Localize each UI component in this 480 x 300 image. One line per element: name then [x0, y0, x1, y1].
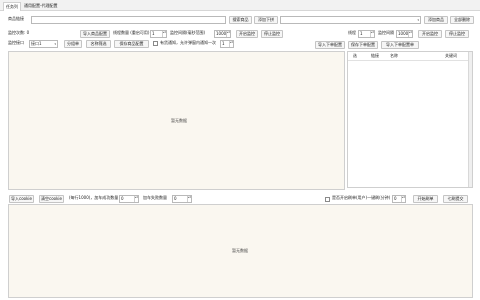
- keyword-label: 商品链接: [8, 16, 24, 21]
- success-count-stepper[interactable]: 0 ▴▾: [119, 195, 139, 203]
- minutes-stepper[interactable]: 0 ▴▾: [392, 195, 406, 203]
- tab-bar: 任务列 通用配置-代理配置: [0, 0, 480, 11]
- stop-monitor2-button[interactable]: 停止监控: [445, 30, 469, 38]
- import-order-config2-button[interactable]: 导入下单配置单: [381, 41, 419, 49]
- product-select[interactable]: ▾: [280, 16, 421, 24]
- save-product-config-button[interactable]: 保存商品配置: [114, 40, 149, 48]
- order-grid[interactable]: 选 链接 名称 关键词: [347, 51, 473, 188]
- order-grid-header-name: 名称: [390, 53, 398, 58]
- chevron-down-icon: ▾: [54, 42, 56, 46]
- submit-order-button[interactable]: 七刷提交: [443, 195, 468, 203]
- tab-tasks[interactable]: 任务列: [3, 2, 21, 11]
- import-product-config-button[interactable]: 导入商品配置: [80, 30, 110, 38]
- threads2-label: 线程: [348, 30, 356, 35]
- auto-order-checkbox[interactable]: [325, 197, 330, 202]
- order-grid-header-select: 选: [353, 53, 357, 58]
- search-product-button[interactable]: 搜索商品: [229, 16, 252, 24]
- save-order-config-button[interactable]: 保存下单配置: [348, 41, 378, 49]
- product-table[interactable]: 暂无数据: [8, 51, 345, 190]
- add-search-button[interactable]: 添加下拼: [254, 16, 278, 24]
- cart-count-label: 加车失败数量: [143, 195, 167, 200]
- notify-stepper[interactable]: 1 ▴▾: [220, 40, 234, 48]
- order-grid-header-divider: [348, 60, 472, 61]
- delete-all-button[interactable]: 全部删除: [450, 16, 474, 24]
- threads-stepper[interactable]: 1 ▴▾: [150, 30, 167, 38]
- interval2-label: 监控间隔: [378, 30, 394, 35]
- monitor-count-label: 监控次数: 0: [8, 30, 30, 35]
- threads2-stepper[interactable]: 1 ▴▾: [358, 30, 375, 38]
- auto-order-label: 是否开启刷单(用户)一键刷(分钟): [332, 195, 391, 200]
- start-order-button[interactable]: 开始刷单: [413, 195, 438, 203]
- tab-proxy-config[interactable]: 通用配置-代理配置: [22, 2, 59, 11]
- add-product-button[interactable]: 添加商品: [424, 16, 448, 24]
- port-select[interactable]: 接口1 ▾: [29, 40, 58, 48]
- order-grid-header-link: 链接: [371, 53, 379, 58]
- interval2-stepper[interactable]: 1000 ▴▾: [396, 30, 413, 38]
- success-count-label: (每行1000)，加车成功数量: [69, 195, 119, 200]
- import-cookie-button[interactable]: 导入cookie: [9, 195, 34, 203]
- start-monitor2-button[interactable]: 开启监控: [418, 30, 442, 38]
- port-label: 监控接口: [8, 40, 24, 45]
- stop-monitor-button[interactable]: 停止监控: [261, 30, 283, 38]
- notify-checkbox[interactable]: [153, 41, 158, 46]
- notify-label: 有货通知，允许弹窗内通知一次: [160, 40, 216, 45]
- cart-count-stepper[interactable]: 0 ▴▾: [172, 195, 192, 203]
- order-grid-scrollbar[interactable]: [468, 52, 472, 187]
- product-table-empty: 暂无数据: [171, 118, 187, 123]
- group-button[interactable]: 分组单: [64, 40, 82, 48]
- clear-cookie-button[interactable]: 清空cookie: [39, 195, 64, 203]
- interval-label: 监控间隔(毫秒范围): [170, 30, 206, 35]
- log-table[interactable]: 暂无数据: [8, 204, 473, 298]
- keyword-input[interactable]: [31, 16, 226, 24]
- chevron-down-icon: ▾: [417, 18, 419, 22]
- name-filter-button[interactable]: 名称筛选: [86, 40, 111, 48]
- threads-label: 线程数量 (重启可用): [113, 30, 150, 35]
- import-order-config-button[interactable]: 导入下单配置: [315, 41, 345, 49]
- start-monitor-button[interactable]: 开启监控: [236, 30, 258, 38]
- order-grid-header-keyword: 关键词: [445, 53, 457, 58]
- log-table-empty: 暂无数据: [232, 248, 248, 253]
- interval-stepper[interactable]: 1000 ▴▾: [214, 30, 231, 38]
